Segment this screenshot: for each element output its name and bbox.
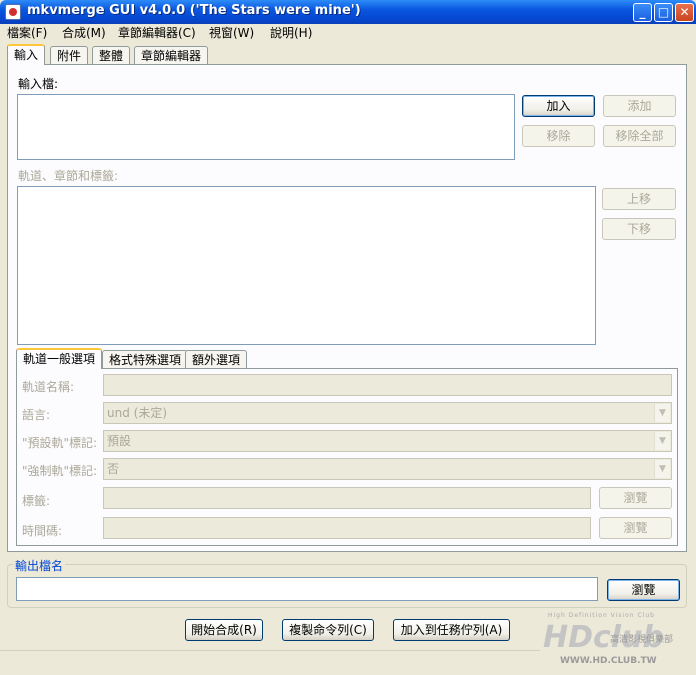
- start-muxing-button[interactable]: 開始合成(R): [185, 619, 263, 641]
- append-button[interactable]: 添加: [603, 95, 676, 117]
- tags-label: 標籤:: [22, 494, 51, 508]
- tab-input[interactable]: 輸入: [7, 44, 46, 65]
- subtab-extra-options[interactable]: 額外選項: [185, 350, 248, 369]
- output-filename-label: 輸出檔名: [13, 557, 66, 574]
- timecodes-input[interactable]: [103, 517, 591, 539]
- add-button[interactable]: 加入: [522, 95, 595, 117]
- tracks-label: 軌道、章節和標籤:: [18, 169, 119, 183]
- status-bar-divider: [0, 650, 540, 651]
- chevron-down-icon: ▼: [654, 432, 670, 450]
- remove-button[interactable]: 移除: [522, 125, 595, 147]
- chevron-down-icon: ▼: [654, 460, 670, 478]
- language-select[interactable]: und (未定) ▼: [103, 402, 672, 424]
- language-label: 語言:: [22, 408, 51, 422]
- copy-command-line-button[interactable]: 複製命令列(C): [282, 619, 374, 641]
- move-down-button[interactable]: 下移: [602, 218, 676, 240]
- forced-flag-label: "強制軌"標記:: [22, 464, 98, 478]
- subtab-general-track-options[interactable]: 軌道一般選項: [16, 348, 103, 369]
- watermark-tagline: High Definition Vision Club: [548, 612, 655, 619]
- tags-browse-button[interactable]: 瀏覽: [599, 487, 672, 509]
- tags-input[interactable]: [103, 487, 591, 509]
- move-up-button[interactable]: 上移: [602, 188, 676, 210]
- remove-all-button[interactable]: 移除全部: [603, 125, 676, 147]
- input-files-label: 輸入檔:: [18, 77, 59, 91]
- subtab-format-options[interactable]: 格式特殊選項: [102, 350, 189, 369]
- default-flag-label: "預設軌"標記:: [22, 436, 98, 450]
- watermark-url: WWW.HD.CLUB.TW: [560, 656, 657, 666]
- input-files-list[interactable]: [17, 94, 515, 160]
- track-name-input[interactable]: [103, 374, 672, 396]
- forced-flag-select[interactable]: 否 ▼: [103, 458, 672, 480]
- chevron-down-icon: ▼: [654, 404, 670, 422]
- output-browse-button[interactable]: 瀏覽: [607, 579, 680, 601]
- timecodes-browse-button[interactable]: 瀏覽: [599, 517, 672, 539]
- add-to-job-queue-button[interactable]: 加入到任務佇列(A): [393, 619, 510, 641]
- default-flag-value: 預設: [107, 434, 132, 448]
- track-name-label: 軌道名稱:: [22, 380, 75, 394]
- output-filename-input[interactable]: [16, 577, 598, 601]
- language-value: und (未定): [107, 406, 168, 420]
- timecodes-label: 時間碼:: [22, 524, 63, 538]
- default-flag-select[interactable]: 預設 ▼: [103, 430, 672, 452]
- tracks-list[interactable]: [17, 186, 596, 345]
- watermark-cn: 高清影視俱樂部: [610, 635, 674, 645]
- forced-flag-value: 否: [107, 462, 120, 476]
